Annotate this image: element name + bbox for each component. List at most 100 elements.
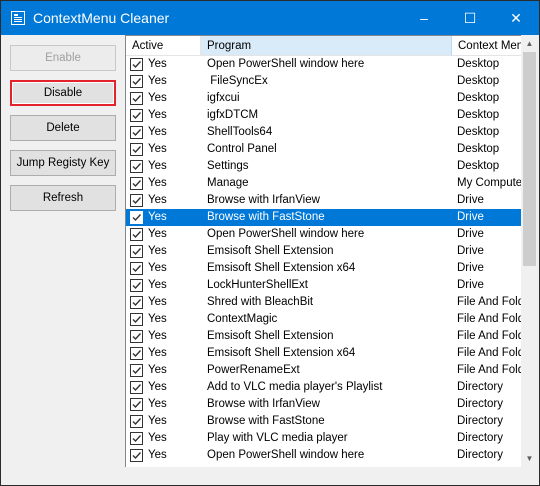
checkmark-icon [132,231,142,239]
program-name: Shred with BleachBit [207,296,314,308]
active-checkbox[interactable] [130,194,143,207]
list-item[interactable]: Yes igfxcui Desktop [126,90,522,107]
list-item[interactable]: Yes LockHunterShellExt Drive [126,277,522,294]
active-value: Yes [148,160,167,172]
list-item[interactable]: Yes Add to VLC media player's Playlist Dir… [126,379,522,396]
program-name: ShellTools64 [207,126,273,138]
list-item[interactable]: Yes Browse with IrfanView Drive [126,192,522,209]
active-checkbox[interactable] [130,245,143,258]
list-item[interactable]: Yes Settings Desktop [126,158,522,175]
column-header-context-menu[interactable]: Context Menu [452,36,522,56]
active-checkbox[interactable] [130,313,143,326]
program-name: Open PowerShell window here [207,58,365,70]
context-menu-value: Drive [457,194,484,206]
list-item[interactable]: Yes ShellTools64 Desktop [126,124,522,141]
checkmark-icon [132,384,142,392]
program-name: Emsisoft Shell Extension [207,330,334,342]
minimize-icon: – [420,10,428,26]
list-item[interactable]: Yes Emsisoft Shell Extension x64 Drive [126,260,522,277]
list-item[interactable]: Yes Open PowerShell window here Desktop [126,56,522,73]
minimize-button[interactable]: – [401,1,447,35]
active-checkbox[interactable] [130,211,143,224]
list-item[interactable]: Yes igfxDTCM Desktop [126,107,522,124]
refresh-button[interactable]: Refresh [10,185,116,211]
checkmark-icon [132,435,142,443]
active-value: Yes [148,126,167,138]
list-item[interactable]: Yes PowerRenameExt File And Folder [126,362,522,379]
active-value: Yes [148,347,167,359]
active-checkbox[interactable] [130,415,143,428]
active-checkbox[interactable] [130,177,143,190]
active-checkbox[interactable] [130,364,143,377]
active-checkbox[interactable] [130,92,143,105]
active-checkbox[interactable] [130,262,143,275]
checkmark-icon [132,61,142,69]
active-checkbox[interactable] [130,109,143,122]
context-menu-value: File And Folder [457,296,522,308]
maximize-button[interactable]: ☐ [447,1,493,35]
scrollbar-corner [521,467,538,484]
context-menu-value: Desktop [457,160,500,172]
active-checkbox[interactable] [130,330,143,343]
active-checkbox[interactable] [130,279,143,292]
list-item[interactable]: Yes Emsisoft Shell Extension x64 File And … [126,345,522,362]
jump-registry-key-button[interactable]: Jump Registy Key [10,150,116,176]
list-item[interactable]: Yes Emsisoft Shell Extension File And Fold… [126,328,522,345]
vertical-scrollbar[interactable]: ▲ ▼ [521,35,538,467]
list-item[interactable]: Yes ContextMagic File And Folder [126,311,522,328]
active-checkbox[interactable] [130,160,143,173]
context-menu-value: Directory [457,381,504,393]
context-menu-value: Drive [457,228,484,240]
list-item[interactable]: Yes Browse with FastStone Directory [126,413,522,430]
context-menu-value: File And Folder [457,347,522,359]
scroll-up-icon[interactable]: ▲ [521,35,538,52]
active-checkbox[interactable] [130,143,143,156]
active-checkbox[interactable] [130,296,143,309]
active-value: Yes [148,92,167,104]
checkmark-icon [132,265,142,273]
list-item[interactable]: Yes FileSyncEx Desktop [126,73,522,90]
active-checkbox[interactable] [130,75,143,88]
context-menu-value: Directory [457,432,504,444]
list-rows: Yes Open PowerShell window here Desktop Yes… [126,56,522,464]
checkmark-icon [132,146,142,154]
list-item[interactable]: Yes Emsisoft Shell Extension Drive [126,243,522,260]
list-item[interactable]: Yes Control Panel Desktop [126,141,522,158]
disable-button[interactable]: Disable [10,80,116,106]
column-header-program[interactable]: Program [201,36,452,56]
delete-button[interactable]: Delete [10,115,116,141]
active-checkbox[interactable] [130,347,143,360]
active-checkbox[interactable] [130,58,143,71]
scroll-down-icon[interactable]: ▼ [521,450,538,467]
checkmark-icon [132,78,142,86]
active-checkbox[interactable] [130,126,143,139]
active-value: Yes [148,415,167,427]
list-item[interactable]: Yes Play with VLC media player Directory [126,430,522,447]
list-item[interactable]: Yes Browse with IrfanView Directory [126,396,522,413]
context-menu-value: File And Folder [457,313,522,325]
active-value: Yes [148,432,167,444]
scroll-thumb[interactable] [523,52,536,266]
close-button[interactable]: ✕ [493,1,539,35]
list-item[interactable]: Yes Open PowerShell window here Drive [126,226,522,243]
program-name: Browse with IrfanView [207,398,320,410]
list-item[interactable]: Yes Shred with BleachBit File And Folder [126,294,522,311]
active-value: Yes [148,143,167,155]
title-bar: ContextMenu Cleaner – ☐ ✕ [1,1,539,35]
horizontal-scrollbar[interactable] [125,467,521,484]
list-item[interactable]: Yes Open PowerShell window here Directory [126,447,522,464]
list-item[interactable]: Yes Browse with FastStone Drive [126,209,522,226]
checkmark-icon [132,299,142,307]
active-checkbox[interactable] [130,228,143,241]
list-item[interactable]: Yes Manage My Computer [126,175,522,192]
enable-button[interactable]: Enable [10,45,116,71]
active-value: Yes [148,228,167,240]
active-checkbox[interactable] [130,398,143,411]
active-checkbox[interactable] [130,432,143,445]
active-checkbox[interactable] [130,381,143,394]
context-menu-list[interactable]: Active Program Context Menu Yes Open Powe… [125,35,522,468]
active-checkbox[interactable] [130,449,143,462]
checkmark-icon [132,248,142,256]
program-name: Manage [207,177,249,189]
column-header-active[interactable]: Active [126,36,201,56]
